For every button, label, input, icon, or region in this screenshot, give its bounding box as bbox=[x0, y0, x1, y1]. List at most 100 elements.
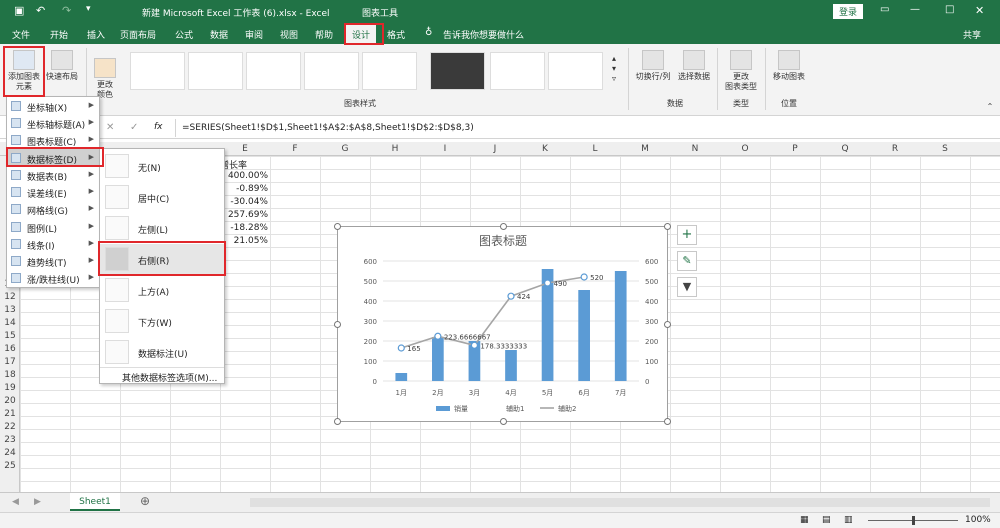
move-chart-button[interactable]: 移动图表 bbox=[770, 50, 808, 82]
row-header[interactable]: 14 bbox=[0, 318, 20, 328]
chart-filters-funnel-icon[interactable]: ▼ bbox=[677, 277, 697, 297]
cell-e1[interactable]: 增长率 bbox=[220, 158, 272, 171]
menu-item-error-bars[interactable]: 误差线(E) ▶ bbox=[7, 183, 99, 201]
share-button[interactable]: 共享 bbox=[963, 28, 981, 41]
column-header[interactable]: E bbox=[220, 144, 270, 154]
data-label[interactable]: 165 bbox=[407, 345, 420, 353]
bar[interactable] bbox=[432, 337, 444, 381]
column-header[interactable]: R bbox=[870, 144, 920, 154]
menu-item-axes[interactable]: 坐标轴(X) ▶ bbox=[7, 97, 99, 115]
x-tick-label[interactable]: 6月 bbox=[578, 389, 589, 397]
y-tick-label[interactable]: 300 bbox=[364, 318, 377, 326]
add-sheet-icon[interactable]: ⊕ bbox=[140, 494, 150, 508]
column-header[interactable]: J bbox=[470, 144, 520, 154]
row-header[interactable]: 15 bbox=[0, 331, 20, 341]
y-tick-label[interactable]: 500 bbox=[364, 278, 377, 286]
chart-resize-handle-br[interactable] bbox=[664, 418, 671, 425]
cell-e2[interactable]: 400.00% bbox=[220, 171, 268, 181]
chart-resize-handle-mr[interactable] bbox=[664, 321, 671, 328]
switch-row-column-button[interactable]: 切换行/列 bbox=[633, 50, 673, 82]
data-label[interactable]: 520 bbox=[590, 274, 603, 282]
chart-style-8[interactable] bbox=[548, 52, 603, 90]
collapse-ribbon-icon[interactable]: ⌃ bbox=[985, 102, 995, 112]
chart-title[interactable]: 图表标题 bbox=[479, 234, 527, 248]
data-label[interactable]: 178.3333333 bbox=[480, 342, 527, 350]
ribbon-display-icon[interactable]: ▭ bbox=[880, 4, 889, 15]
cell-e4[interactable]: -30.04% bbox=[220, 197, 268, 207]
chart-style-6[interactable] bbox=[430, 52, 485, 90]
row-header[interactable]: 22 bbox=[0, 422, 20, 432]
tab-insert[interactable]: 插入 bbox=[87, 28, 105, 41]
x-tick-label[interactable]: 1月 bbox=[396, 389, 407, 397]
tab-page-layout[interactable]: 页面布局 bbox=[120, 28, 156, 41]
y2-tick-label[interactable]: 400 bbox=[645, 298, 658, 306]
column-header[interactable]: H bbox=[370, 144, 420, 154]
chart-resize-handle-ml[interactable] bbox=[334, 321, 341, 328]
page-layout-view-icon[interactable]: ▤ bbox=[822, 515, 831, 525]
menu-item-legend[interactable]: 图例(L) ▶ bbox=[7, 218, 99, 236]
row-header[interactable]: 20 bbox=[0, 396, 20, 406]
x-tick-label[interactable]: 5月 bbox=[542, 389, 553, 397]
y2-tick-label[interactable]: 500 bbox=[645, 278, 658, 286]
selection-marker[interactable] bbox=[580, 273, 588, 281]
data-label[interactable]: 490 bbox=[554, 280, 567, 288]
row-header[interactable]: 23 bbox=[0, 435, 20, 445]
submenu-item-above[interactable]: 上方(A) bbox=[100, 275, 224, 306]
x-tick-label[interactable]: 4月 bbox=[505, 389, 516, 397]
cell-e5[interactable]: 257.69% bbox=[220, 210, 268, 220]
insert-function-icon[interactable]: fx bbox=[154, 122, 163, 132]
undo-icon[interactable]: ↶ bbox=[36, 4, 45, 17]
tab-file[interactable]: 文件 bbox=[12, 28, 30, 41]
submenu-item-below[interactable]: 下方(W) bbox=[100, 306, 224, 337]
more-data-label-options[interactable]: 其他数据标签选项(M)... bbox=[122, 371, 217, 384]
tab-help[interactable]: 帮助 bbox=[315, 28, 333, 41]
x-tick-label[interactable]: 2月 bbox=[432, 389, 443, 397]
chart-style-2[interactable] bbox=[188, 52, 243, 90]
menu-item-lines[interactable]: 线条(I) ▶ bbox=[7, 235, 99, 253]
chart-resize-handle-tl[interactable] bbox=[334, 223, 341, 230]
tab-home[interactable]: 开始 bbox=[50, 28, 68, 41]
formula-input[interactable]: =SERIES(Sheet1!$D$1,Sheet1!$A$2:$A$8,She… bbox=[175, 119, 993, 137]
row-header[interactable]: 21 bbox=[0, 409, 20, 419]
prev-sheet-icon[interactable]: ◀ bbox=[12, 497, 19, 507]
x-tick-label[interactable]: 3月 bbox=[469, 389, 480, 397]
legend-label[interactable]: 辅助2 bbox=[558, 404, 576, 413]
column-header[interactable]: G bbox=[320, 144, 370, 154]
redo-icon[interactable]: ↷ bbox=[62, 4, 71, 17]
legend-label[interactable]: 销量 bbox=[454, 404, 468, 413]
tab-formulas[interactable]: 公式 bbox=[175, 28, 193, 41]
bar[interactable] bbox=[505, 350, 517, 381]
cell-e7[interactable]: 21.05% bbox=[220, 236, 268, 246]
tab-view[interactable]: 视图 bbox=[280, 28, 298, 41]
column-header[interactable]: M bbox=[620, 144, 670, 154]
zoom-slider-thumb[interactable] bbox=[912, 516, 915, 525]
next-sheet-icon[interactable]: ▶ bbox=[34, 497, 41, 507]
change-chart-type-button[interactable]: 更改 图表类型 bbox=[721, 50, 761, 92]
select-data-button[interactable]: 选择数据 bbox=[674, 50, 714, 82]
y2-tick-label[interactable]: 200 bbox=[645, 338, 658, 346]
tab-data[interactable]: 数据 bbox=[210, 28, 228, 41]
row-header[interactable]: 24 bbox=[0, 448, 20, 458]
minimize-icon[interactable]: — bbox=[910, 4, 920, 15]
y-tick-label[interactable]: 600 bbox=[364, 258, 377, 266]
cell-e3[interactable]: -0.89% bbox=[220, 184, 268, 194]
selection-marker[interactable] bbox=[397, 344, 405, 352]
y2-tick-label[interactable]: 300 bbox=[645, 318, 658, 326]
chart-resize-handle-bl[interactable] bbox=[334, 418, 341, 425]
y2-tick-label[interactable]: 600 bbox=[645, 258, 658, 266]
x-tick-label[interactable]: 7月 bbox=[615, 389, 626, 397]
enter-icon[interactable]: ✓ bbox=[130, 122, 138, 133]
menu-item-chart-title[interactable]: 图表标题(C) ▶ bbox=[7, 131, 99, 149]
chart-resize-handle-bm[interactable] bbox=[500, 418, 507, 425]
chart-area[interactable]: 图表标题 0 100 200 300 400 500 600 0 100 200 300 400 500… bbox=[334, 223, 671, 425]
cancel-icon[interactable]: ✕ bbox=[106, 122, 114, 133]
data-label[interactable]: 424 bbox=[517, 293, 531, 301]
bar[interactable] bbox=[614, 271, 627, 381]
column-header[interactable]: Q bbox=[820, 144, 870, 154]
sheet-tab-sheet1[interactable]: Sheet1 bbox=[70, 493, 120, 511]
row-header[interactable]: 25 bbox=[0, 461, 20, 471]
login-button[interactable]: 登录 bbox=[833, 4, 864, 19]
chart-style-3[interactable] bbox=[246, 52, 301, 90]
chart-style-5[interactable] bbox=[362, 52, 417, 90]
y-tick-label[interactable]: 400 bbox=[364, 298, 377, 306]
